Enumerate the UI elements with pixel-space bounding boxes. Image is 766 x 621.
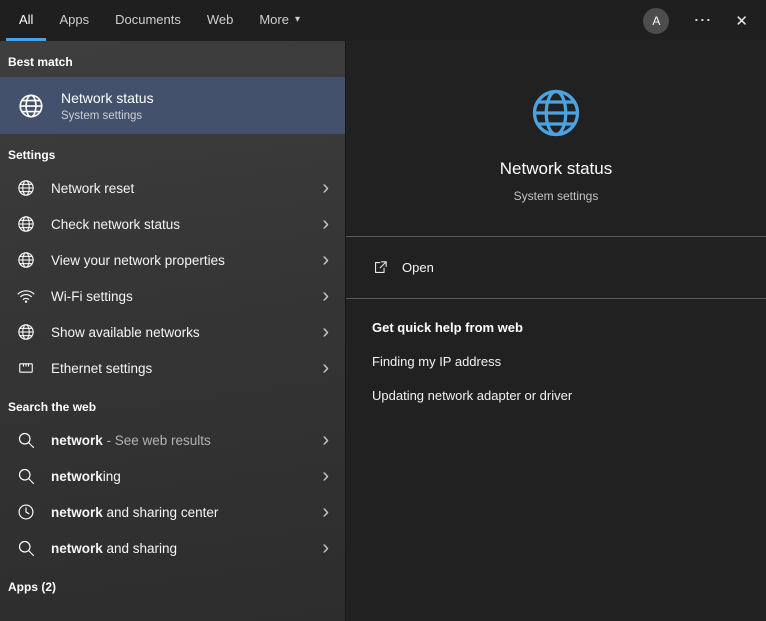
- tab-all-label: All: [19, 12, 33, 27]
- tab-all[interactable]: All: [6, 0, 46, 41]
- settings-item-check-network-status[interactable]: Check network status ›: [0, 206, 345, 242]
- best-match-section-label: Best match: [0, 41, 345, 77]
- settings-item-label: Network reset: [51, 181, 134, 196]
- tab-apps-label: Apps: [59, 12, 89, 27]
- apps-section-label: Apps (2): [0, 566, 345, 602]
- globe-icon: [16, 250, 36, 270]
- globe-icon: [16, 214, 36, 234]
- open-action-label: Open: [402, 260, 434, 275]
- web-result-label: network - See web results: [51, 433, 211, 448]
- search-body: Best match Network status System setting…: [0, 41, 766, 621]
- globe-icon: [16, 178, 36, 198]
- web-result-label: network and sharing: [51, 541, 177, 556]
- preview-title: Network status: [500, 159, 612, 179]
- tab-apps[interactable]: Apps: [46, 0, 102, 41]
- settings-item-view-network-properties[interactable]: View your network properties ›: [0, 242, 345, 278]
- open-action[interactable]: Open: [346, 237, 766, 298]
- wifi-icon: [16, 286, 36, 306]
- chevron-right-icon[interactable]: ›: [322, 286, 335, 306]
- chevron-right-icon[interactable]: ›: [322, 250, 335, 270]
- web-result-label: network and sharing center: [51, 505, 218, 520]
- search-filter-bar: All Apps Documents Web More ▾ A ⋯ ✕: [0, 0, 766, 41]
- web-result-network[interactable]: network - See web results ›: [0, 422, 345, 458]
- account-avatar[interactable]: A: [643, 8, 669, 34]
- preview-subtitle: System settings: [514, 189, 599, 203]
- chevron-right-icon[interactable]: ›: [322, 502, 335, 522]
- settings-item-wifi-settings[interactable]: Wi-Fi settings ›: [0, 278, 345, 314]
- quick-help-link-network-adapter[interactable]: Updating network adapter or driver: [372, 388, 740, 403]
- network-globe-icon: [526, 83, 586, 143]
- web-result-network-and-sharing[interactable]: network and sharing ›: [0, 530, 345, 566]
- search-icon: [16, 538, 36, 558]
- settings-item-label: Check network status: [51, 217, 180, 232]
- web-result-networking[interactable]: networking ›: [0, 458, 345, 494]
- options-ellipsis-button[interactable]: ⋯: [693, 10, 711, 31]
- tab-documents-label: Documents: [115, 12, 181, 27]
- web-result-label: networking: [51, 469, 121, 484]
- history-icon: [16, 502, 36, 522]
- close-button[interactable]: ✕: [735, 12, 748, 30]
- tab-documents[interactable]: Documents: [102, 0, 194, 41]
- search-window: All Apps Documents Web More ▾ A ⋯ ✕ Best: [0, 0, 766, 621]
- web-section-label: Search the web: [0, 386, 345, 422]
- preview-header: Network status System settings: [346, 41, 766, 236]
- best-match-subtitle: System settings: [61, 110, 154, 122]
- results-panel: Best match Network status System setting…: [0, 41, 345, 621]
- preview-panel: Network status System settings Open Get …: [345, 41, 766, 621]
- chevron-right-icon[interactable]: ›: [322, 466, 335, 486]
- quick-help-header: Get quick help from web: [372, 320, 740, 335]
- chevron-right-icon[interactable]: ›: [322, 322, 335, 342]
- settings-section-label: Settings: [0, 134, 345, 170]
- chevron-right-icon[interactable]: ›: [322, 430, 335, 450]
- chevron-right-icon[interactable]: ›: [322, 358, 335, 378]
- globe-icon: [16, 322, 36, 342]
- quick-help-section: Get quick help from web Finding my IP ad…: [346, 299, 766, 443]
- settings-item-label: Ethernet settings: [51, 361, 152, 376]
- tab-web[interactable]: Web: [194, 0, 247, 41]
- settings-item-label: Wi-Fi settings: [51, 289, 133, 304]
- tab-more[interactable]: More ▾: [246, 0, 313, 41]
- best-match-title: Network status: [61, 90, 154, 106]
- search-icon: [16, 430, 36, 450]
- settings-item-show-available-networks[interactable]: Show available networks ›: [0, 314, 345, 350]
- web-result-network-and-sharing-center[interactable]: network and sharing center ›: [0, 494, 345, 530]
- settings-item-label: View your network properties: [51, 253, 225, 268]
- chevron-down-icon: ▾: [295, 14, 300, 25]
- settings-item-ethernet-settings[interactable]: Ethernet settings ›: [0, 350, 345, 386]
- chevron-right-icon[interactable]: ›: [322, 178, 335, 198]
- search-icon: [16, 466, 36, 486]
- ethernet-icon: [16, 358, 36, 378]
- settings-item-label: Show available networks: [51, 325, 200, 340]
- settings-item-network-reset[interactable]: Network reset ›: [0, 170, 345, 206]
- network-globe-icon: [16, 91, 46, 121]
- tab-more-label: More: [259, 12, 289, 27]
- chevron-right-icon[interactable]: ›: [322, 538, 335, 558]
- best-match-result[interactable]: Network status System settings: [0, 77, 345, 134]
- tab-web-label: Web: [207, 12, 234, 27]
- filter-tabs: All Apps Documents Web More ▾: [0, 0, 313, 41]
- quick-help-link-ip-address[interactable]: Finding my IP address: [372, 354, 740, 369]
- open-icon: [372, 259, 389, 276]
- topbar-actions: A ⋯ ✕: [643, 0, 766, 41]
- chevron-right-icon[interactable]: ›: [322, 214, 335, 234]
